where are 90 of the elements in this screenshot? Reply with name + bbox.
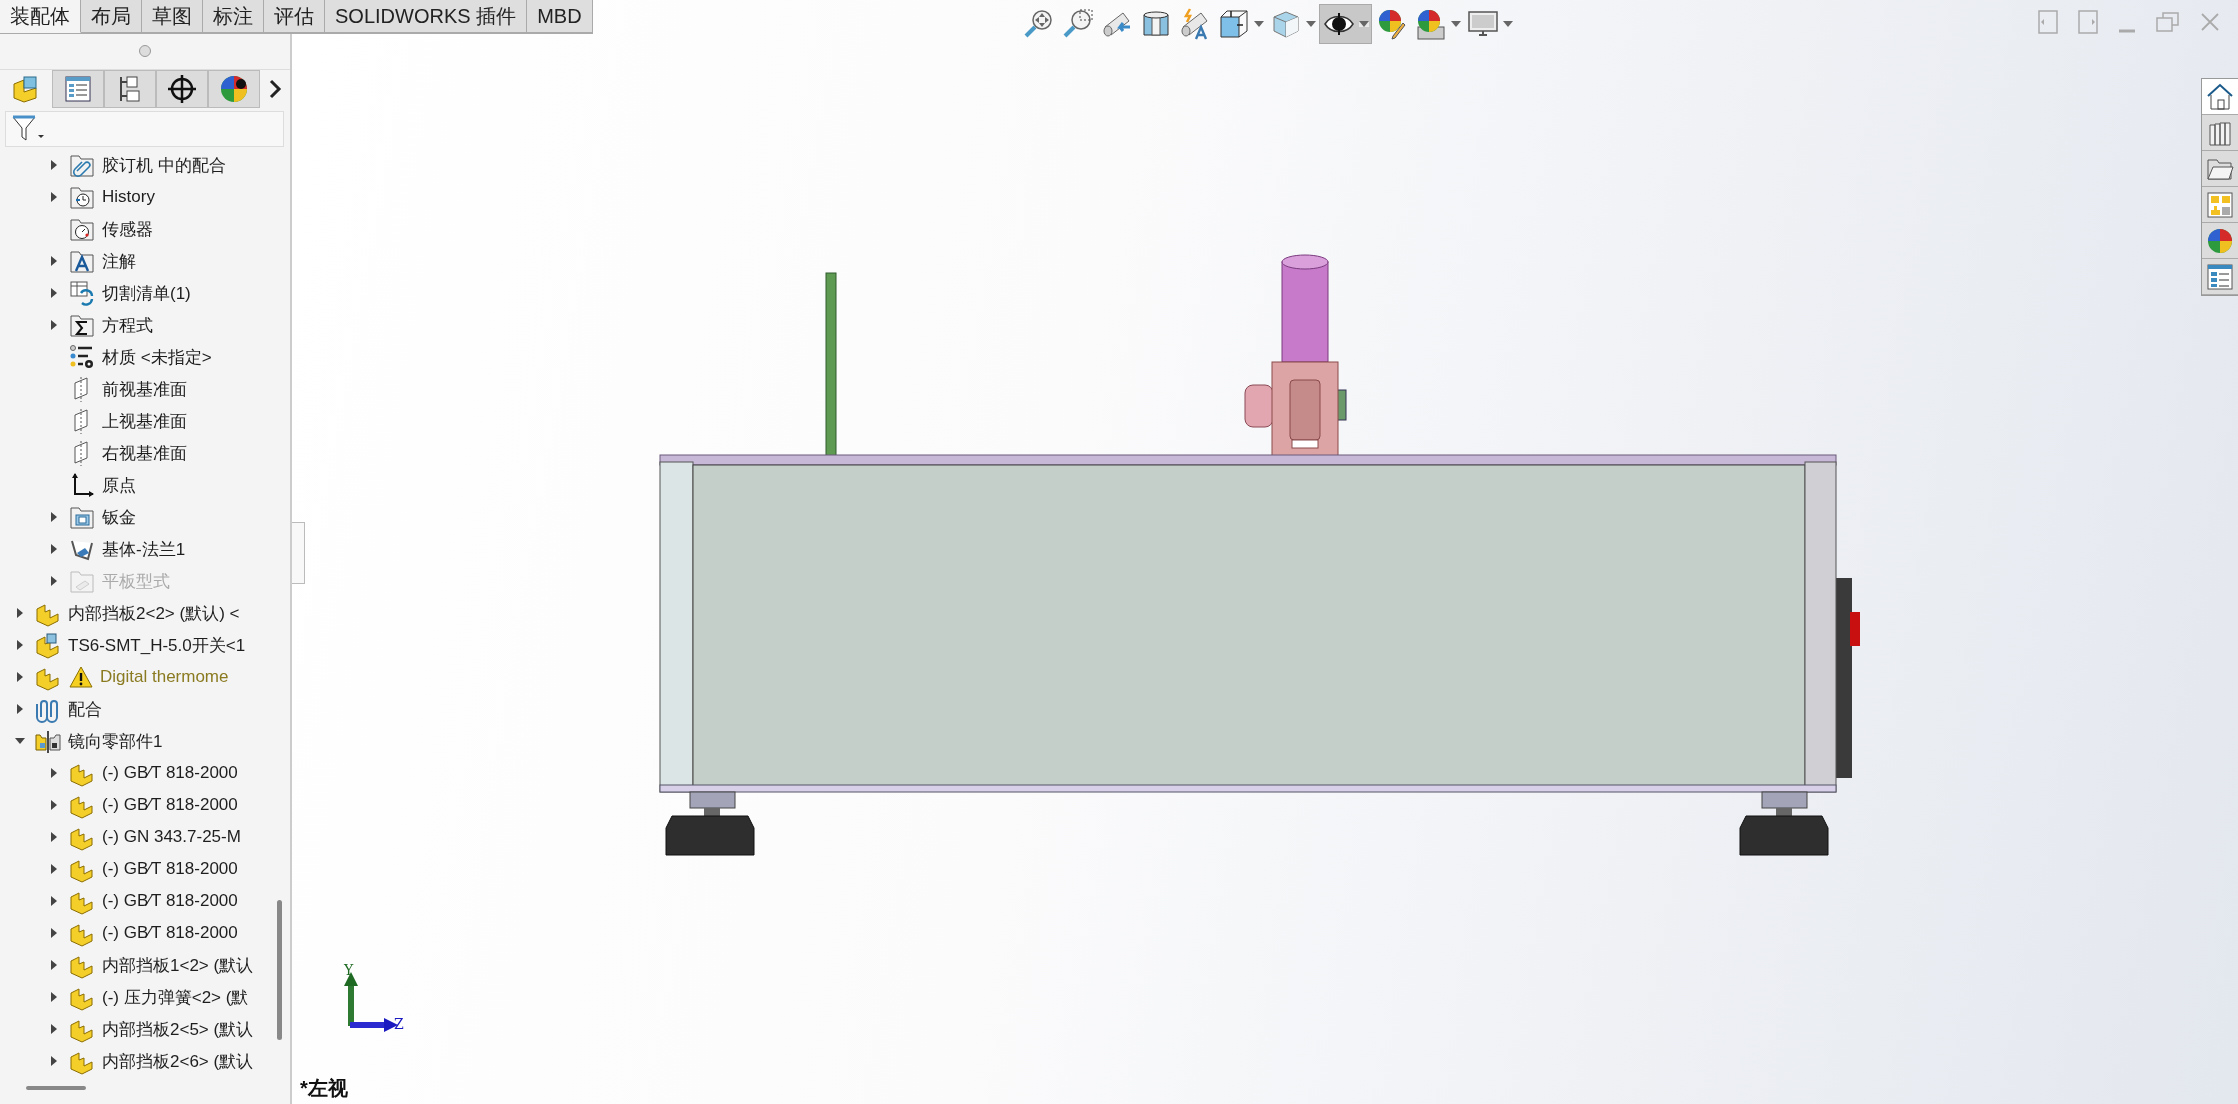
tree-item-label[interactable]: (-) GB⁄T 818-2000 <box>102 891 238 911</box>
scrollbar-thumb[interactable] <box>277 900 282 1040</box>
dropdown-caret-icon[interactable] <box>1359 21 1369 27</box>
view-name-label: *左视 <box>300 1076 348 1101</box>
command-tab[interactable]: 布局 <box>81 0 142 33</box>
crosshair-icon <box>165 72 199 106</box>
expand-arrow-icon[interactable] <box>49 799 59 811</box>
panel-grip-icon[interactable] <box>139 45 151 57</box>
tree-item-label[interactable]: 内部挡板1<2> (默认 <box>102 953 254 977</box>
tree-item-label[interactable]: (-) GB⁄T 818-2000 <box>102 795 238 815</box>
expand-arrow-icon[interactable] <box>49 543 59 555</box>
expand-arrow-icon[interactable] <box>15 607 25 619</box>
expand-arrow-icon[interactable] <box>15 703 25 715</box>
command-tab[interactable]: SOLIDWORKS 插件 <box>325 0 528 33</box>
tree-item-label[interactable]: (-) 压力弹簧<2> (默 <box>102 985 249 1009</box>
tree-item-label[interactable]: 方程式 <box>102 313 153 337</box>
panel-tab[interactable] <box>104 70 156 108</box>
task-pane-tab[interactable] <box>2202 79 2238 115</box>
dropdown-caret-icon[interactable] <box>1306 21 1316 27</box>
scrollbar-thumb[interactable] <box>26 1086 86 1090</box>
tree-item-label[interactable]: 材质 <未指定> <box>102 345 212 369</box>
expand-arrow-icon[interactable] <box>49 1023 59 1035</box>
filter-field[interactable] <box>5 111 284 147</box>
tree-item-label[interactable]: 配合 <box>68 697 102 721</box>
task-pane-tab[interactable] <box>2202 151 2238 187</box>
expand-arrow-icon[interactable] <box>49 1055 59 1067</box>
view-orientation-icon <box>1217 7 1251 41</box>
expand-arrow-icon[interactable] <box>49 831 59 843</box>
tree-item-label[interactable]: (-) GB⁄T 818-2000 <box>102 763 238 783</box>
command-tab[interactable]: 标注 <box>203 0 264 33</box>
task-pane-tab[interactable] <box>2202 259 2238 295</box>
panel-tab[interactable] <box>208 70 260 108</box>
panel-tab[interactable] <box>156 70 208 108</box>
tree-item-label[interactable]: (-) GB⁄T 818-2000 <box>102 923 238 943</box>
expand-arrow-icon[interactable] <box>49 959 59 971</box>
command-tab[interactable]: 评估 <box>264 0 325 33</box>
tree-item-label[interactable]: (-) GN 343.7-25-M <box>102 827 241 847</box>
expand-arrow-icon[interactable] <box>15 639 25 651</box>
tree-item-label[interactable]: 钣金 <box>102 505 136 529</box>
home-icon <box>2206 82 2234 111</box>
expand-arrow-icon[interactable] <box>49 895 59 907</box>
expand-arrow-icon[interactable] <box>49 255 59 267</box>
chevron-right-icon[interactable] <box>268 78 282 100</box>
tree-item-label[interactable]: 镜向零部件1 <box>68 729 163 753</box>
material-icon <box>68 343 96 371</box>
axis-label: Z <box>394 1016 404 1032</box>
tree-item-label[interactable]: 原点 <box>102 473 136 497</box>
tree-item-label[interactable]: Digital thermome <box>100 667 229 687</box>
axis-label: Y <box>344 962 354 978</box>
tree-item-label[interactable]: TS6-SMT_H-5.0开关<1 <box>68 633 246 657</box>
expand-arrow-icon[interactable] <box>49 927 59 939</box>
tree-item-label[interactable]: History <box>102 187 155 207</box>
tree-item-label[interactable]: 上视基准面 <box>102 409 187 433</box>
tree-item-label[interactable]: 切割清单(1) <box>102 281 191 305</box>
tree-item-label[interactable]: 胶订机 中的配合 <box>102 153 226 177</box>
command-tab[interactable]: MBD <box>527 0 593 33</box>
palette-icon <box>2206 190 2234 219</box>
expand-arrow-icon[interactable] <box>15 671 25 683</box>
expand-arrow-icon[interactable] <box>49 319 59 331</box>
tree-item-label[interactable]: 内部挡板2<5> (默认 <box>102 1017 254 1041</box>
list-icon <box>2206 262 2234 291</box>
expand-arrow-icon[interactable] <box>49 767 59 779</box>
scene-icon <box>1414 7 1448 41</box>
tree-item-label[interactable]: 注解 <box>102 249 136 273</box>
table-icon <box>68 279 96 307</box>
expand-arrow-icon[interactable] <box>49 191 59 203</box>
expand-arrow-icon[interactable] <box>49 511 59 523</box>
tree-item-label[interactable]: 内部挡板2<2> (默认) < <box>68 601 240 625</box>
dropdown-caret-icon[interactable] <box>1254 21 1264 27</box>
panel-splitter-handle[interactable] <box>292 522 305 584</box>
part-icon <box>34 631 62 659</box>
tree-item-label[interactable]: 前视基准面 <box>102 377 187 401</box>
expand-arrow-icon[interactable] <box>49 991 59 1003</box>
collapse-arrow-icon[interactable] <box>14 736 26 746</box>
tree-item-label[interactable]: 右视基准面 <box>102 441 187 465</box>
command-tab[interactable]: 草图 <box>142 0 203 33</box>
task-pane-tab[interactable] <box>2202 223 2238 259</box>
expand-arrow-icon[interactable] <box>49 863 59 875</box>
tree-item-label[interactable]: 基体-法兰1 <box>102 537 186 561</box>
expand-arrow-icon[interactable] <box>49 159 59 171</box>
filter-icon <box>10 114 44 144</box>
tree-item-label[interactable]: (-) GB⁄T 818-2000 <box>102 859 238 879</box>
expand-arrow-icon[interactable] <box>49 287 59 299</box>
tree-item-label[interactable]: 内部挡板2<6> (默认 <box>102 1049 254 1073</box>
toolbar-button[interactable] <box>1319 4 1372 44</box>
sphere-icon <box>2206 226 2234 255</box>
task-pane-tab[interactable] <box>2202 115 2238 151</box>
dropdown-caret-icon[interactable] <box>1451 21 1461 27</box>
tree-item-label[interactable]: 传感器 <box>102 217 153 241</box>
dropdown-caret-icon[interactable] <box>1503 21 1513 27</box>
